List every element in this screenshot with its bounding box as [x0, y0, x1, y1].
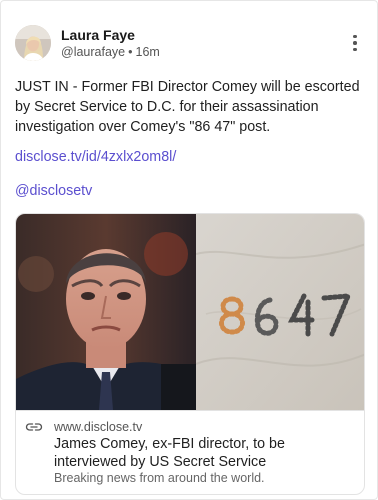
avatar[interactable]	[15, 25, 51, 61]
preview-photo-sand	[196, 214, 364, 410]
link-preview-card[interactable]: www.disclose.tv James Comey, ex-FBI dire…	[15, 213, 365, 495]
preview-headline[interactable]: James Comey, ex-FBI director, to be inte…	[54, 435, 359, 471]
preview-photo-portrait	[16, 214, 196, 410]
post-link[interactable]: disclose.tv/id/4zxlx2om8l/	[15, 147, 176, 167]
mention-link[interactable]: @disclosetv	[15, 181, 92, 201]
post-text: JUST IN - Former FBI Director Comey will…	[15, 79, 360, 135]
more-vertical-icon[interactable]	[347, 31, 363, 55]
post-meta: @laurafaye • 16m	[61, 44, 160, 61]
user-info: Laura Faye @laurafaye • 16m	[61, 27, 160, 61]
post-card: Laura Faye @laurafaye • 16m JUST IN - Form…	[0, 0, 378, 500]
post-header: Laura Faye @laurafaye • 16m	[15, 25, 365, 65]
preview-description: Breaking news from around the world.	[54, 471, 265, 485]
avatar-image	[15, 25, 51, 61]
preview-domain: www.disclose.tv	[54, 420, 143, 434]
author-handle[interactable]: @laurafaye	[61, 45, 125, 59]
post-time[interactable]: 16m	[136, 45, 160, 59]
link-preview-image[interactable]	[16, 214, 364, 410]
author-name[interactable]: Laura Faye	[61, 27, 160, 44]
meta-separator: •	[128, 45, 133, 59]
link-preview-info: www.disclose.tv James Comey, ex-FBI dire…	[16, 410, 364, 494]
link-icon	[25, 423, 43, 431]
